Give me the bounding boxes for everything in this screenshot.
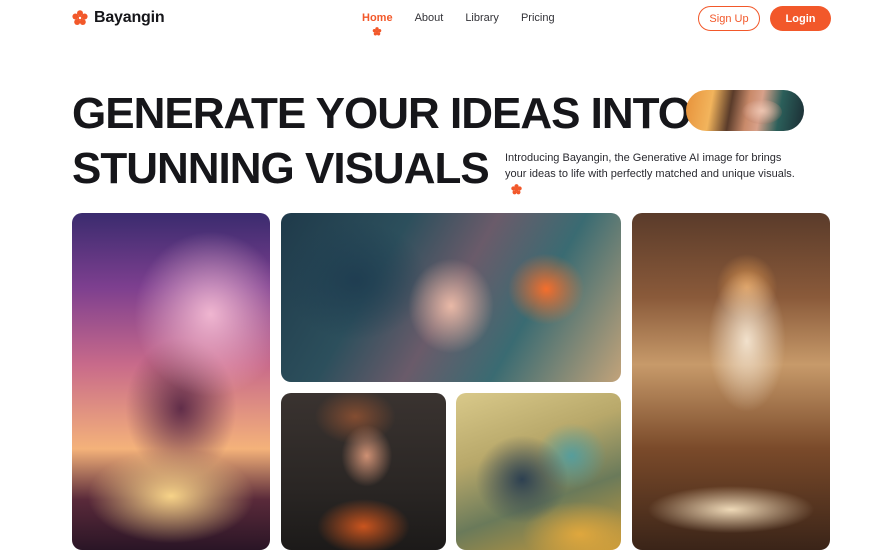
nav-home-label: Home — [362, 12, 393, 24]
hero-description-text: Introducing Bayangin, the Generative AI … — [505, 152, 795, 180]
gallery-image-girl-fish[interactable] — [281, 213, 621, 382]
brand-logo[interactable]: Bayangin — [72, 9, 165, 27]
hero-heading-line-1: GENERATE YOUR IDEAS INTO — [72, 89, 692, 138]
active-flower-icon — [373, 27, 382, 36]
gallery-image-wolf[interactable] — [456, 393, 621, 550]
main-menu: Home About Library Pricing — [362, 12, 555, 36]
login-button[interactable]: Login — [770, 6, 831, 31]
nav-library[interactable]: Library — [465, 12, 499, 24]
hero-heading-line-2: STUNNING VISUALS — [72, 144, 490, 193]
nav-home[interactable]: Home — [362, 12, 393, 36]
top-navigation: Bayangin Home About Library Pricing Sign… — [0, 0, 890, 40]
flower-icon — [72, 10, 88, 25]
hero-description: Introducing Bayangin, the Generative AI … — [505, 150, 805, 198]
flower-icon — [511, 184, 522, 195]
gallery-image-woman[interactable] — [281, 393, 446, 550]
brand-name: Bayangin — [94, 9, 165, 26]
nav-about[interactable]: About — [415, 12, 444, 24]
nav-pricing[interactable]: Pricing — [521, 12, 555, 24]
hero-pill-image — [686, 90, 804, 131]
gallery-image-sky[interactable] — [72, 213, 270, 550]
sign-up-button[interactable]: Sign Up — [698, 6, 760, 31]
gallery-image-cat[interactable] — [632, 213, 830, 550]
